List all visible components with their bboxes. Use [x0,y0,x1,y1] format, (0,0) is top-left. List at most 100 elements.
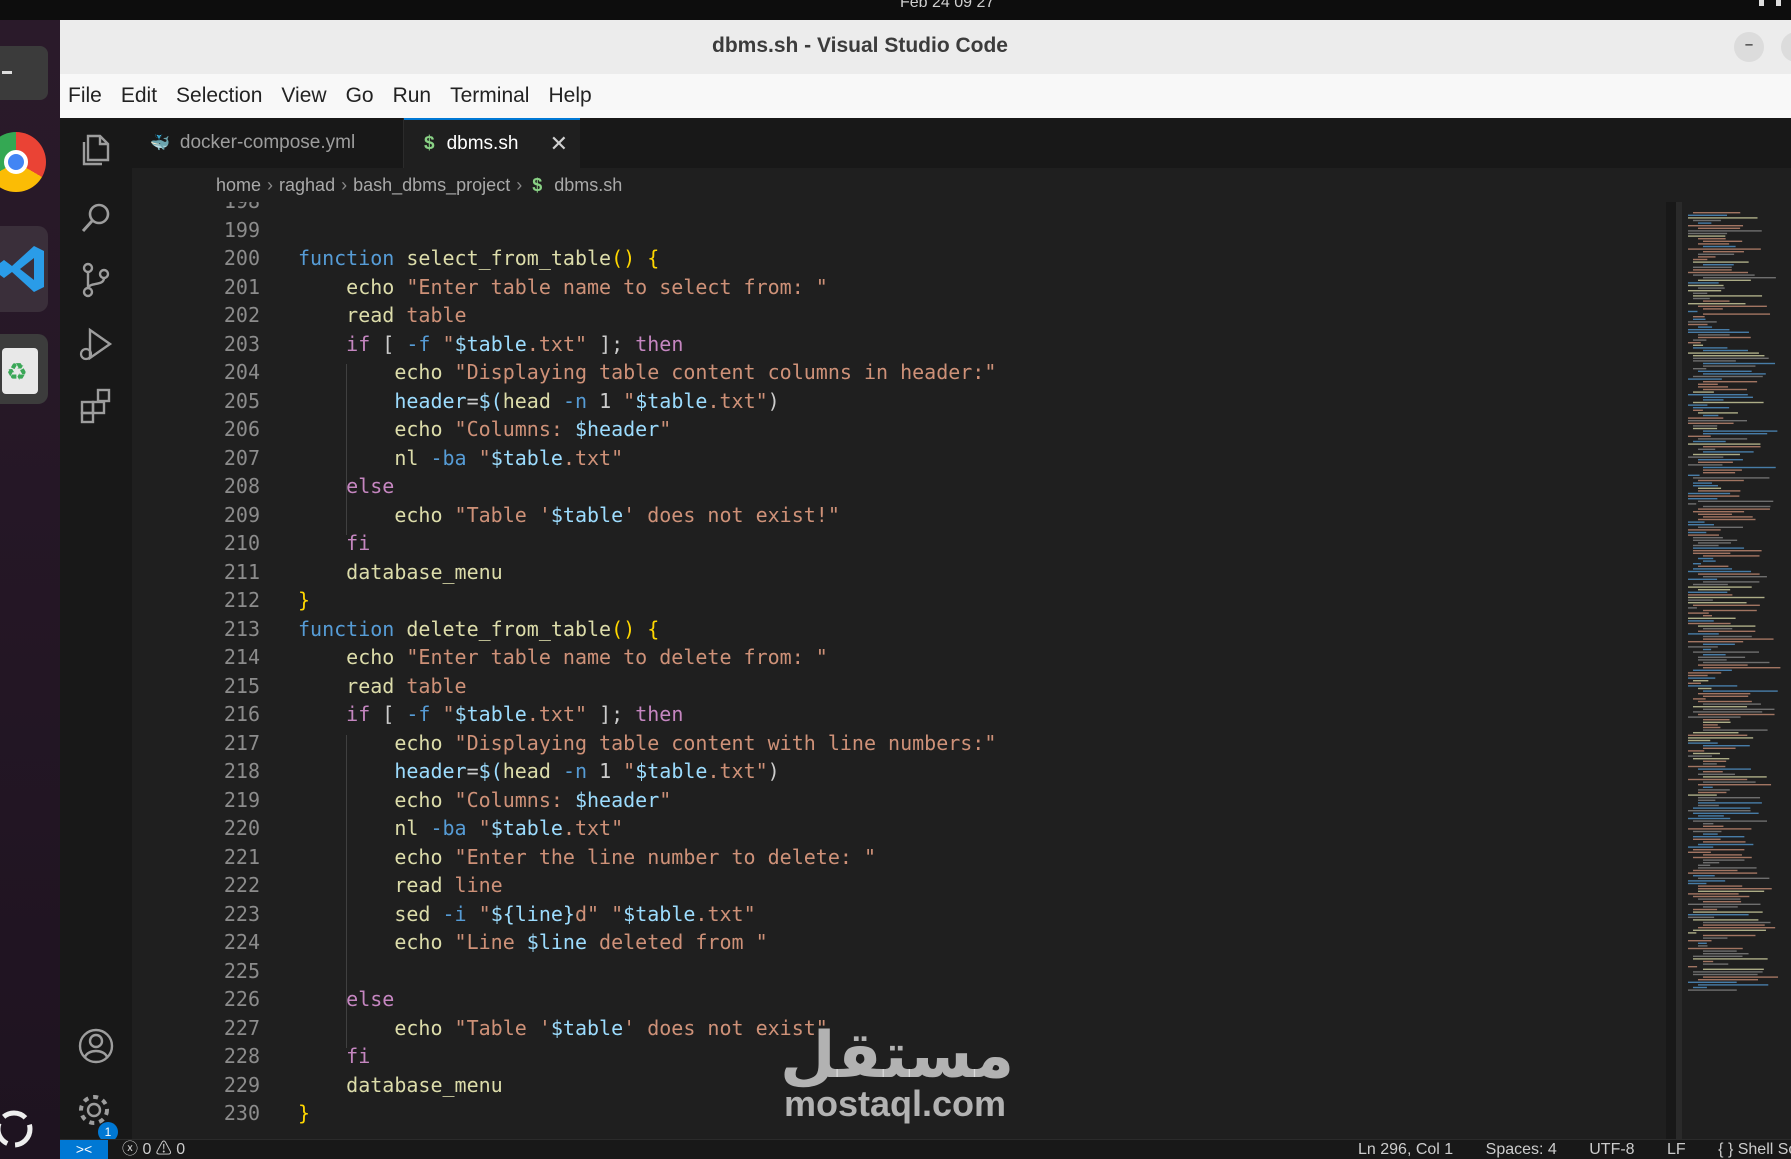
minimap-line [1698,784,1772,786]
code-line[interactable]: database_menu [298,560,503,584]
source-control-icon[interactable] [76,260,116,300]
code-line[interactable]: read table [298,674,466,698]
extensions-icon[interactable] [76,386,116,426]
tab-dbms-sh[interactable]: $ dbms.sh ✕ [404,118,580,168]
minimap-line [1688,672,1722,674]
end-of-line[interactable]: LF [1667,1141,1686,1158]
menu-run[interactable]: Run [393,84,432,108]
code-line[interactable]: } [298,1101,310,1125]
search-icon[interactable] [76,198,116,238]
system-clock[interactable]: Feb 24 09 27 [900,0,994,12]
minimap-slider[interactable] [1676,202,1682,1139]
breadcrumb-file[interactable]: dbms.sh [554,175,622,196]
menu-file[interactable]: File [68,84,102,108]
vscode-app-icon[interactable] [0,226,48,312]
code-line[interactable]: function select_from_table() { [298,246,659,270]
menu-terminal[interactable]: Terminal [450,84,529,108]
code-line[interactable]: echo "Table '$table' does not exist" [298,1016,828,1040]
code-line[interactable]: function delete_from_table() { [298,617,659,641]
breadcrumb-home[interactable]: home [216,175,261,196]
minimap-line [1688,531,1707,534]
minimap-line [1688,607,1697,609]
line-number: 206 [223,417,260,441]
remote-indicator-icon[interactable]: >< [60,1140,108,1159]
system-top-bar: Feb 24 09 27 [0,0,1791,20]
code-line[interactable]: sed -i "${line}d" "$table.txt" [298,902,755,926]
maximize-button[interactable] [1781,32,1791,62]
code-line[interactable]: if [ -f "$table.txt" ]; then [298,702,683,726]
minimap-line [1688,880,1726,882]
code-line[interactable]: echo "Enter table name to select from: " [298,275,828,299]
code-line[interactable]: read line [298,873,502,897]
minimap-line [1698,898,1741,900]
account-icon[interactable] [76,1026,116,1066]
code-line[interactable]: fi [298,1044,370,1068]
code-line[interactable]: header=$(head -n 1 "$table.txt") [298,759,779,783]
files-app-icon[interactable] [0,46,48,100]
menu-help[interactable]: Help [548,84,591,108]
code-line[interactable]: echo "Table '$table' does not exist!" [298,503,840,527]
code-line[interactable]: echo "Displaying table content columns i… [298,360,996,384]
tab-docker-compose[interactable]: 🐳 docker-compose.yml [132,118,404,168]
minimap-line [1688,578,1718,580]
minimap[interactable] [1676,202,1791,1139]
language-mode[interactable]: { } Shell Script [1718,1141,1791,1158]
minimap-line [1693,869,1738,872]
chrome-app-icon[interactable] [0,132,46,192]
minimap-line [1703,719,1730,721]
minimap-line [1698,843,1754,846]
breadcrumb-project[interactable]: bash_dbms_project [353,175,510,196]
minimap-line [1688,685,1738,687]
editor-scrollbar[interactable] [1666,202,1676,1139]
show-apps-icon[interactable] [0,1104,40,1154]
menu-edit[interactable]: Edit [121,84,157,108]
code-line[interactable]: echo "Columns: $header" [298,417,671,441]
line-number: 211 [223,559,260,584]
code-line[interactable]: read table [298,303,466,327]
encoding[interactable]: UTF-8 [1589,1141,1634,1158]
line-number: 212 [223,588,260,612]
code-line[interactable]: echo "Columns: $header" [298,788,671,812]
minimap-line [1703,365,1756,367]
minimap-line [1703,635,1752,638]
code-line[interactable]: fi [298,531,370,555]
line-number: 198 [132,202,260,213]
minimap-line [1693,401,1764,404]
code-line[interactable]: echo "Enter the line number to delete: " [298,845,876,869]
minimap-line [1698,945,1708,947]
run-debug-icon[interactable] [76,324,116,364]
code-line[interactable]: } [298,588,310,612]
minimap-line [1703,937,1728,939]
minimap-line [1688,570,1752,573]
code-line[interactable]: database_menu [298,1073,503,1097]
breadcrumb-raghad[interactable]: raghad [279,175,335,196]
minimap-line [1698,984,1769,986]
minimap-line [1703,960,1714,963]
code-line[interactable]: echo "Displaying table content with line… [298,731,996,755]
minimap-line [1688,903,1761,905]
code-editor[interactable]: 198 199 200 201 202 203 204 205 206 207 208 209 210 2… [132,202,1732,1139]
trash-app-icon[interactable] [0,334,48,404]
line-number: 221 [223,844,260,869]
minimap-line [1703,690,1778,692]
tab-label: docker-compose.yml [179,132,356,153]
cursor-position[interactable]: Ln 296, Col 1 [1358,1141,1453,1158]
minimize-button[interactable]: – [1734,32,1764,62]
code-line[interactable]: header=$(head -n 1 "$table.txt") [298,389,779,413]
problems-indicator[interactable]: ⓧ 0 ⚠ 0 [122,1140,185,1159]
minimap-line [1693,908,1718,911]
menu-view[interactable]: View [281,84,326,108]
minimap-line [1703,609,1757,612]
indentation[interactable]: Spaces: 4 [1486,1141,1557,1158]
close-tab-icon[interactable]: ✕ [550,131,568,157]
minimap-line [1703,721,1731,723]
explorer-icon[interactable] [76,130,116,170]
menu-go[interactable]: Go [346,84,374,108]
line-number: 229 [223,1072,260,1097]
code-line[interactable]: if [ -f "$table.txt" ]; then [298,332,683,356]
code-area[interactable]: function select_from_table() { echo "Ent… [298,202,1698,1139]
menu-selection[interactable]: Selection [176,84,262,108]
code-line[interactable]: echo "Line $line deleted from " [298,930,767,954]
system-status-icon[interactable] [1759,0,1781,6]
code-line[interactable]: echo "Enter table name to delete from: " [298,645,828,669]
